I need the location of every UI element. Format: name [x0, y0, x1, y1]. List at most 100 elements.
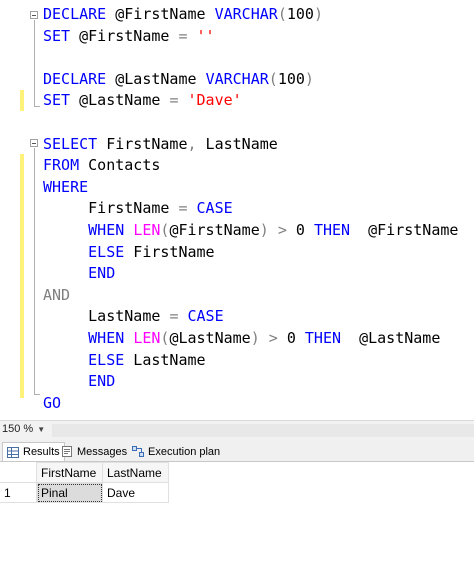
code-token: CASE [196, 199, 233, 218]
tab-label: Messages [77, 445, 128, 458]
code-token: FROM [43, 156, 80, 175]
code-line[interactable]: FirstName = CASE [43, 198, 233, 219]
code-token: ( [277, 5, 287, 23]
grid-corner[interactable] [0, 462, 37, 483]
code-token: ELSE [43, 350, 125, 369]
code-line[interactable]: WHERE [43, 177, 88, 198]
code-token: @FirstName [350, 221, 459, 239]
code-token: 0 [286, 221, 314, 239]
grid-icon [7, 446, 19, 458]
code-token: WHEN [43, 221, 134, 239]
horizontal-scrollbar[interactable] [52, 424, 474, 437]
tab-execution-plan[interactable]: Execution plan [128, 442, 224, 461]
code-token: ( [268, 69, 278, 88]
zoom-dropdown[interactable]: 150 % ▼ [2, 423, 45, 435]
editor-status-strip: 150 % ▼ [0, 420, 474, 440]
outline-guide-end [34, 394, 40, 395]
column-header-lastname[interactable]: LastName [102, 462, 169, 483]
code-token: CASE [187, 307, 224, 326]
code-token: ) [304, 69, 314, 88]
table-row: 1 Pinal Dave [0, 482, 169, 503]
code-line[interactable]: ELSE FirstName [43, 242, 214, 263]
code-token: FirstName [43, 199, 179, 218]
code-token: WHEN [43, 329, 134, 347]
collapse-region-icon[interactable] [30, 11, 38, 19]
code-token: = [178, 199, 188, 218]
code-token: END [43, 264, 116, 283]
code-token: 100 [286, 5, 314, 23]
results-tabs: Results Messages Execution plan [0, 440, 474, 462]
code-line[interactable]: END [43, 371, 115, 392]
code-line[interactable]: ELSE LastName [43, 350, 206, 371]
code-line[interactable]: DECLARE @LastName VARCHAR(100) [43, 69, 314, 90]
code-token: 0 [277, 329, 305, 347]
tab-messages[interactable]: Messages [57, 442, 131, 461]
code-token: @FirstName [106, 5, 215, 23]
code-token: SET [43, 26, 71, 45]
code-token: @LastName [169, 329, 251, 347]
code-token: SET [43, 91, 71, 110]
code-line[interactable]: END [43, 263, 115, 284]
code-line[interactable]: SET @FirstName = '' [43, 26, 215, 47]
code-token: ) [313, 5, 323, 23]
code-line[interactable]: DECLARE @FirstName VARCHAR(100) [43, 4, 323, 25]
column-header-firstname[interactable]: FirstName [36, 462, 103, 483]
code-token: LEN [133, 221, 161, 239]
query-editor[interactable]: DECLARE @FirstName VARCHAR(100) SET @Firs… [0, 0, 474, 420]
tab-label: Results [23, 446, 60, 458]
code-token: LastName [124, 350, 206, 369]
code-token: '' [196, 26, 215, 45]
code-token: END [43, 372, 116, 391]
cell-firstname[interactable]: Pinal [36, 482, 103, 503]
outline-guide [34, 148, 35, 394]
code-line[interactable]: SET @LastName = 'Dave' [43, 90, 242, 111]
code-token: DECLARE [43, 5, 107, 23]
code-token: @LastName [70, 91, 170, 110]
code-token: > [277, 221, 287, 239]
code-token: VARCHAR [205, 69, 269, 88]
code-token: DECLARE [43, 69, 107, 88]
code-token: @FirstName [169, 221, 260, 239]
row-number[interactable]: 1 [0, 482, 37, 503]
code-line[interactable]: AND [43, 285, 70, 306]
results-grid: FirstName LastName 1 Pinal Dave [0, 462, 169, 503]
code-token: GO [43, 393, 62, 412]
code-line[interactable]: LastName = CASE [43, 306, 224, 327]
code-token: ELSE [43, 242, 125, 261]
tab-results[interactable]: Results [2, 442, 65, 461]
code-token: LEN [133, 329, 161, 347]
collapse-region-icon[interactable] [30, 139, 38, 147]
messages-icon [62, 446, 72, 457]
code-token: SELECT [43, 134, 98, 153]
code-line[interactable]: WHEN LEN(@LastName) > 0 THEN @LastName [43, 328, 440, 349]
code-token: @FirstName [70, 26, 179, 45]
code-line[interactable]: SELECT FirstName, LastName [43, 134, 278, 155]
code-token: @LastName [106, 69, 206, 88]
code-token: THEN [304, 329, 342, 347]
code-token: LastName [196, 134, 278, 153]
results-pane: FirstName LastName 1 Pinal Dave [0, 462, 474, 563]
code-token: AND [43, 285, 71, 304]
code-token: VARCHAR [214, 5, 278, 23]
outline-guide-end [34, 106, 40, 107]
cell-lastname[interactable]: Dave [102, 482, 169, 503]
code-line[interactable]: WHEN LEN(@FirstName) > 0 THEN @FirstName [43, 220, 458, 241]
code-token: ) [259, 221, 269, 239]
code-token: WHERE [43, 177, 89, 196]
code-line[interactable]: GO [43, 393, 61, 414]
change-marker [20, 90, 24, 111]
code-line[interactable]: FROM Contacts [43, 155, 160, 176]
code-token: = [178, 26, 188, 45]
code-token: > [268, 329, 278, 347]
code-token: , [187, 134, 197, 153]
code-token: 'Dave' [187, 91, 242, 110]
code-token: Contacts [79, 156, 161, 175]
outline-guide [34, 20, 35, 106]
execution-plan-icon [132, 446, 144, 457]
